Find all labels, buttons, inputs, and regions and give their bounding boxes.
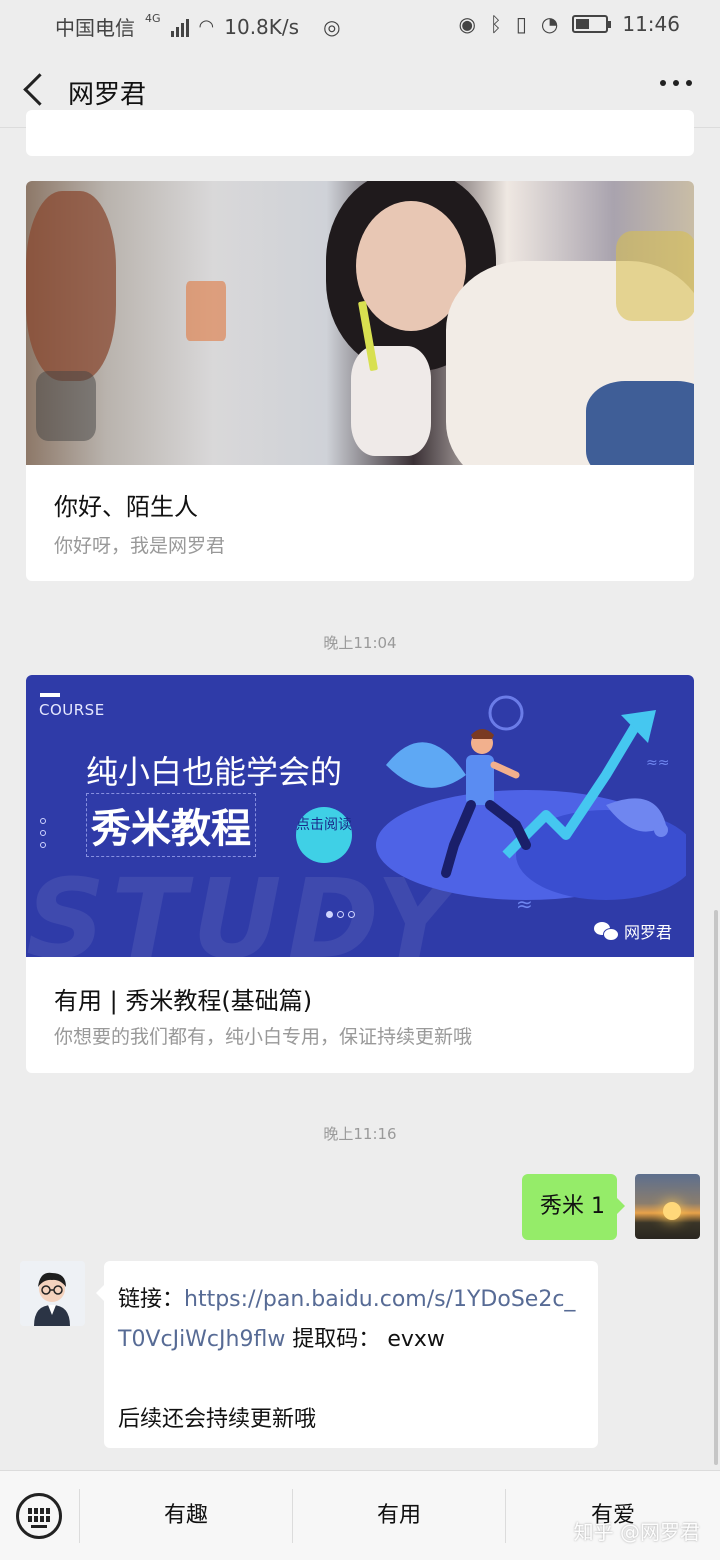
vibrate-icon: ▯ <box>515 12 527 36</box>
wechat-icon <box>593 922 619 941</box>
svg-text:≈: ≈ <box>516 892 533 916</box>
banner-course-bar <box>40 693 60 697</box>
network-speed: 10.8K/s <box>224 14 300 39</box>
banner-course-label: COURSE <box>39 701 105 719</box>
wifi-icon: ◠ <box>198 16 215 37</box>
banner-illustration: ≈≈ ≈ <box>376 695 686 916</box>
incoming-message-bubble[interactable]: 链接：https://pan.baidu.com/s/1YDoSe2c_ T0V… <box>96 1261 598 1448</box>
official-account-avatar[interactable] <box>20 1261 85 1326</box>
my-avatar[interactable] <box>635 1174 700 1239</box>
menu-item-fun[interactable]: 有趣 <box>80 1471 292 1560</box>
message-footer: 后续还会持续更新哦 <box>118 1407 317 1432</box>
keyboard-icon[interactable] <box>16 1493 62 1539</box>
bluetooth-icon: ᛒ <box>489 12 502 36</box>
banner-read-badge: 点击阅读 <box>296 807 352 863</box>
network-type: 4G <box>145 12 161 25</box>
battery-icon <box>572 15 612 33</box>
article-subtitle: 你想要的我们都有，纯小白专用，保证持续更新哦 <box>54 1026 473 1048</box>
eye-icon: ◉ <box>458 12 476 36</box>
article-title: 有用 | 秀米教程(基础篇) <box>54 987 313 1015</box>
sync-icon: ◎ <box>323 14 341 39</box>
back-chevron-icon[interactable] <box>20 72 50 106</box>
share-link[interactable]: https://pan.baidu.com/s/1YDoSe2c_ <box>184 1287 575 1312</box>
article-cover-banner: STUDY COURSE 纯小白也能学会的 秀米教程 点击阅读 ≈≈ ≈ 网罗君 <box>26 675 694 957</box>
extract-code: evxw <box>387 1327 445 1352</box>
outgoing-message-bubble[interactable]: 秀米 1 <box>522 1174 625 1240</box>
article-card-previous[interactable] <box>26 110 694 156</box>
message-line: T0VcJiWcJh9flw 提取码： evxw <box>118 1321 445 1353</box>
signal-icon <box>170 17 189 37</box>
battery-fill <box>576 19 590 29</box>
banner-headline-2: 秀米教程 <box>86 793 256 857</box>
zhihu-watermark: 知乎 @网罗君 <box>573 1520 700 1544</box>
article-card[interactable]: 你好、陌生人 你好呀，我是网罗君 <box>26 181 694 581</box>
menu-item-useful[interactable]: 有用 <box>293 1471 505 1560</box>
status-right: ◉ ᛒ ▯ ◔ 11:46 <box>458 12 680 36</box>
scrollbar[interactable] <box>714 910 718 1465</box>
message-line: 链接：https://pan.baidu.com/s/1YDoSe2c_ <box>118 1281 575 1313</box>
chat-title: 网罗君 <box>68 80 147 110</box>
banner-page-dots <box>326 911 355 918</box>
timestamp: 晚上11:16 <box>323 1125 397 1143</box>
speed-icon: ◔ <box>540 12 559 36</box>
article-card[interactable]: STUDY COURSE 纯小白也能学会的 秀米教程 点击阅读 ≈≈ ≈ 网罗君… <box>26 675 694 1073</box>
status-left: 中国电信 4G ◠ 10.8K/s ◎ <box>55 12 341 41</box>
banner-brand-name: 网罗君 <box>623 923 672 942</box>
svg-text:≈≈: ≈≈ <box>646 755 669 771</box>
clock: 11:46 <box>622 12 680 36</box>
more-dots-icon[interactable] <box>660 80 692 86</box>
status-bar: 中国电信 4G ◠ 10.8K/s ◎ ◉ ᛒ ▯ ◔ 11:46 <box>0 0 720 50</box>
article-title: 你好、陌生人 <box>54 493 198 521</box>
article-subtitle: 你好呀，我是网罗君 <box>54 535 226 557</box>
banner-headline-1: 纯小白也能学会的 <box>86 753 343 791</box>
banner-brand: 网罗君 <box>593 919 672 943</box>
timestamp: 晚上11:04 <box>323 634 397 652</box>
article-cover-photo <box>26 181 694 465</box>
link-label: 链接： <box>118 1287 185 1312</box>
code-label: 提取码： <box>285 1327 381 1352</box>
carrier-label: 中国电信 <box>55 16 135 40</box>
bottom-menu-bar: 有趣 有用 有爱 <box>0 1470 720 1560</box>
share-link-continued[interactable]: T0VcJiWcJh9flw <box>118 1327 285 1352</box>
banner-vertical-dots <box>40 818 46 854</box>
